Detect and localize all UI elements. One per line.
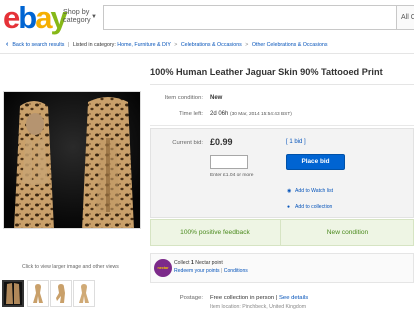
ebay-logo[interactable]: ebay bbox=[3, 0, 68, 36]
place-bid-button[interactable]: Place bid bbox=[286, 154, 345, 170]
bid-amount-input[interactable] bbox=[210, 155, 248, 169]
watch-list-label: Add to Watch list bbox=[295, 188, 334, 194]
thumbnail-1[interactable] bbox=[2, 280, 24, 307]
back-to-search-link[interactable]: Back to search results bbox=[12, 42, 64, 48]
bid-count-link[interactable]: [ 1 bid ] bbox=[286, 139, 306, 145]
listed-in-label: Listed in category: bbox=[72, 42, 116, 48]
breadcrumb-item-home[interactable]: Home, Furniture & DIY bbox=[117, 42, 170, 48]
header: ebay Shop by category ▼ All Ca bbox=[0, 0, 414, 36]
link-separator: | bbox=[221, 268, 223, 274]
item-location: Item location: Pinchbeck, United Kingdom bbox=[210, 304, 307, 310]
redeem-points-link[interactable]: Redeem your points bbox=[174, 268, 220, 274]
thumbnail-image bbox=[4, 282, 22, 305]
end-time: (30 Mar, 2014 15:54:43 BST) bbox=[230, 112, 292, 117]
breadcrumb-item-celebrations[interactable]: Celebrations & Occasions bbox=[181, 42, 242, 48]
current-bid-value: £0.99 bbox=[210, 137, 233, 147]
see-details-link[interactable]: See details bbox=[279, 295, 308, 301]
collect-label: Collect bbox=[174, 260, 190, 266]
current-bid-label: Current bid: bbox=[172, 140, 203, 146]
time-left-value: 2d 06h (30 Mar, 2014 15:54:43 BST) bbox=[210, 111, 292, 117]
breadcrumb: ‹ Back to search results | Listed in cate… bbox=[6, 39, 328, 51]
minimum-bid-note: Enter £1.04 or more bbox=[210, 173, 254, 178]
nectar-points-count: 1 bbox=[191, 260, 194, 266]
time-left-duration: 2d 06h bbox=[210, 111, 229, 117]
thumbnail-image bbox=[33, 284, 43, 303]
divider bbox=[150, 125, 414, 126]
thumbnail-4[interactable] bbox=[73, 280, 95, 307]
page: ebay Shop by category ▼ All Ca ‹ Back to … bbox=[0, 0, 414, 310]
logo-letter-b: b bbox=[18, 0, 37, 35]
tattooed-figures-image bbox=[4, 92, 140, 228]
thumbnail-2[interactable] bbox=[27, 280, 49, 307]
breadcrumb-item-other[interactable]: Other Celebrations & Occasions bbox=[252, 42, 328, 48]
postage-label: Postage: bbox=[179, 295, 203, 301]
logo-letter-e: e bbox=[3, 0, 20, 35]
time-left-label: Time left: bbox=[178, 111, 203, 117]
back-arrow-icon[interactable]: ‹ bbox=[6, 41, 8, 48]
category-label: category bbox=[63, 15, 91, 24]
positive-feedback-badge: 100% positive feedback bbox=[180, 229, 250, 236]
condition-label: Item condition: bbox=[164, 95, 203, 101]
collection-label: Add to collection bbox=[295, 204, 333, 210]
divider bbox=[150, 84, 414, 85]
postage-value: Free collection in person | See details bbox=[210, 295, 308, 301]
nectar-links: Redeem your points | Conditions bbox=[174, 268, 248, 274]
thumbnail-image bbox=[79, 284, 89, 303]
plus-icon: ● bbox=[287, 204, 291, 210]
logo-letter-a: a bbox=[35, 0, 52, 35]
link-separator: | bbox=[275, 295, 278, 301]
item-title: 100% Human Leather Jaguar Skin 90% Tatto… bbox=[150, 67, 383, 77]
thumbnail-image bbox=[56, 284, 65, 303]
add-to-collection-link[interactable]: ● Add to collection bbox=[287, 204, 332, 210]
thumbnail-3[interactable] bbox=[50, 280, 72, 307]
breadcrumb-chevron: > bbox=[174, 42, 178, 48]
divider bbox=[0, 53, 414, 54]
nectar-point-label: Nectar point bbox=[195, 260, 223, 266]
postage-method: Free collection in person bbox=[210, 295, 275, 301]
breadcrumb-separator: | bbox=[67, 42, 70, 48]
eye-icon: ◉ bbox=[287, 188, 292, 194]
conditions-link[interactable]: Conditions bbox=[224, 268, 248, 274]
add-to-watch-list-link[interactable]: ◉ Add to Watch list bbox=[287, 188, 333, 194]
condition-value: New bbox=[210, 95, 223, 101]
main-item-image[interactable] bbox=[3, 91, 141, 229]
category-select[interactable]: All Ca bbox=[397, 5, 414, 30]
nectar-collect-text: Collect 1 Nectar point bbox=[174, 260, 223, 266]
nectar-logo: nectar bbox=[154, 259, 172, 277]
new-condition-badge: New condition bbox=[326, 229, 369, 236]
breadcrumb-chevron: > bbox=[245, 42, 249, 48]
search-input[interactable] bbox=[103, 5, 397, 30]
view-larger-hint: Click to view larger image and other vie… bbox=[22, 264, 119, 270]
chevron-down-icon: ▼ bbox=[91, 14, 97, 20]
shop-by-category-button[interactable]: Shop by category ▼ bbox=[63, 8, 97, 24]
